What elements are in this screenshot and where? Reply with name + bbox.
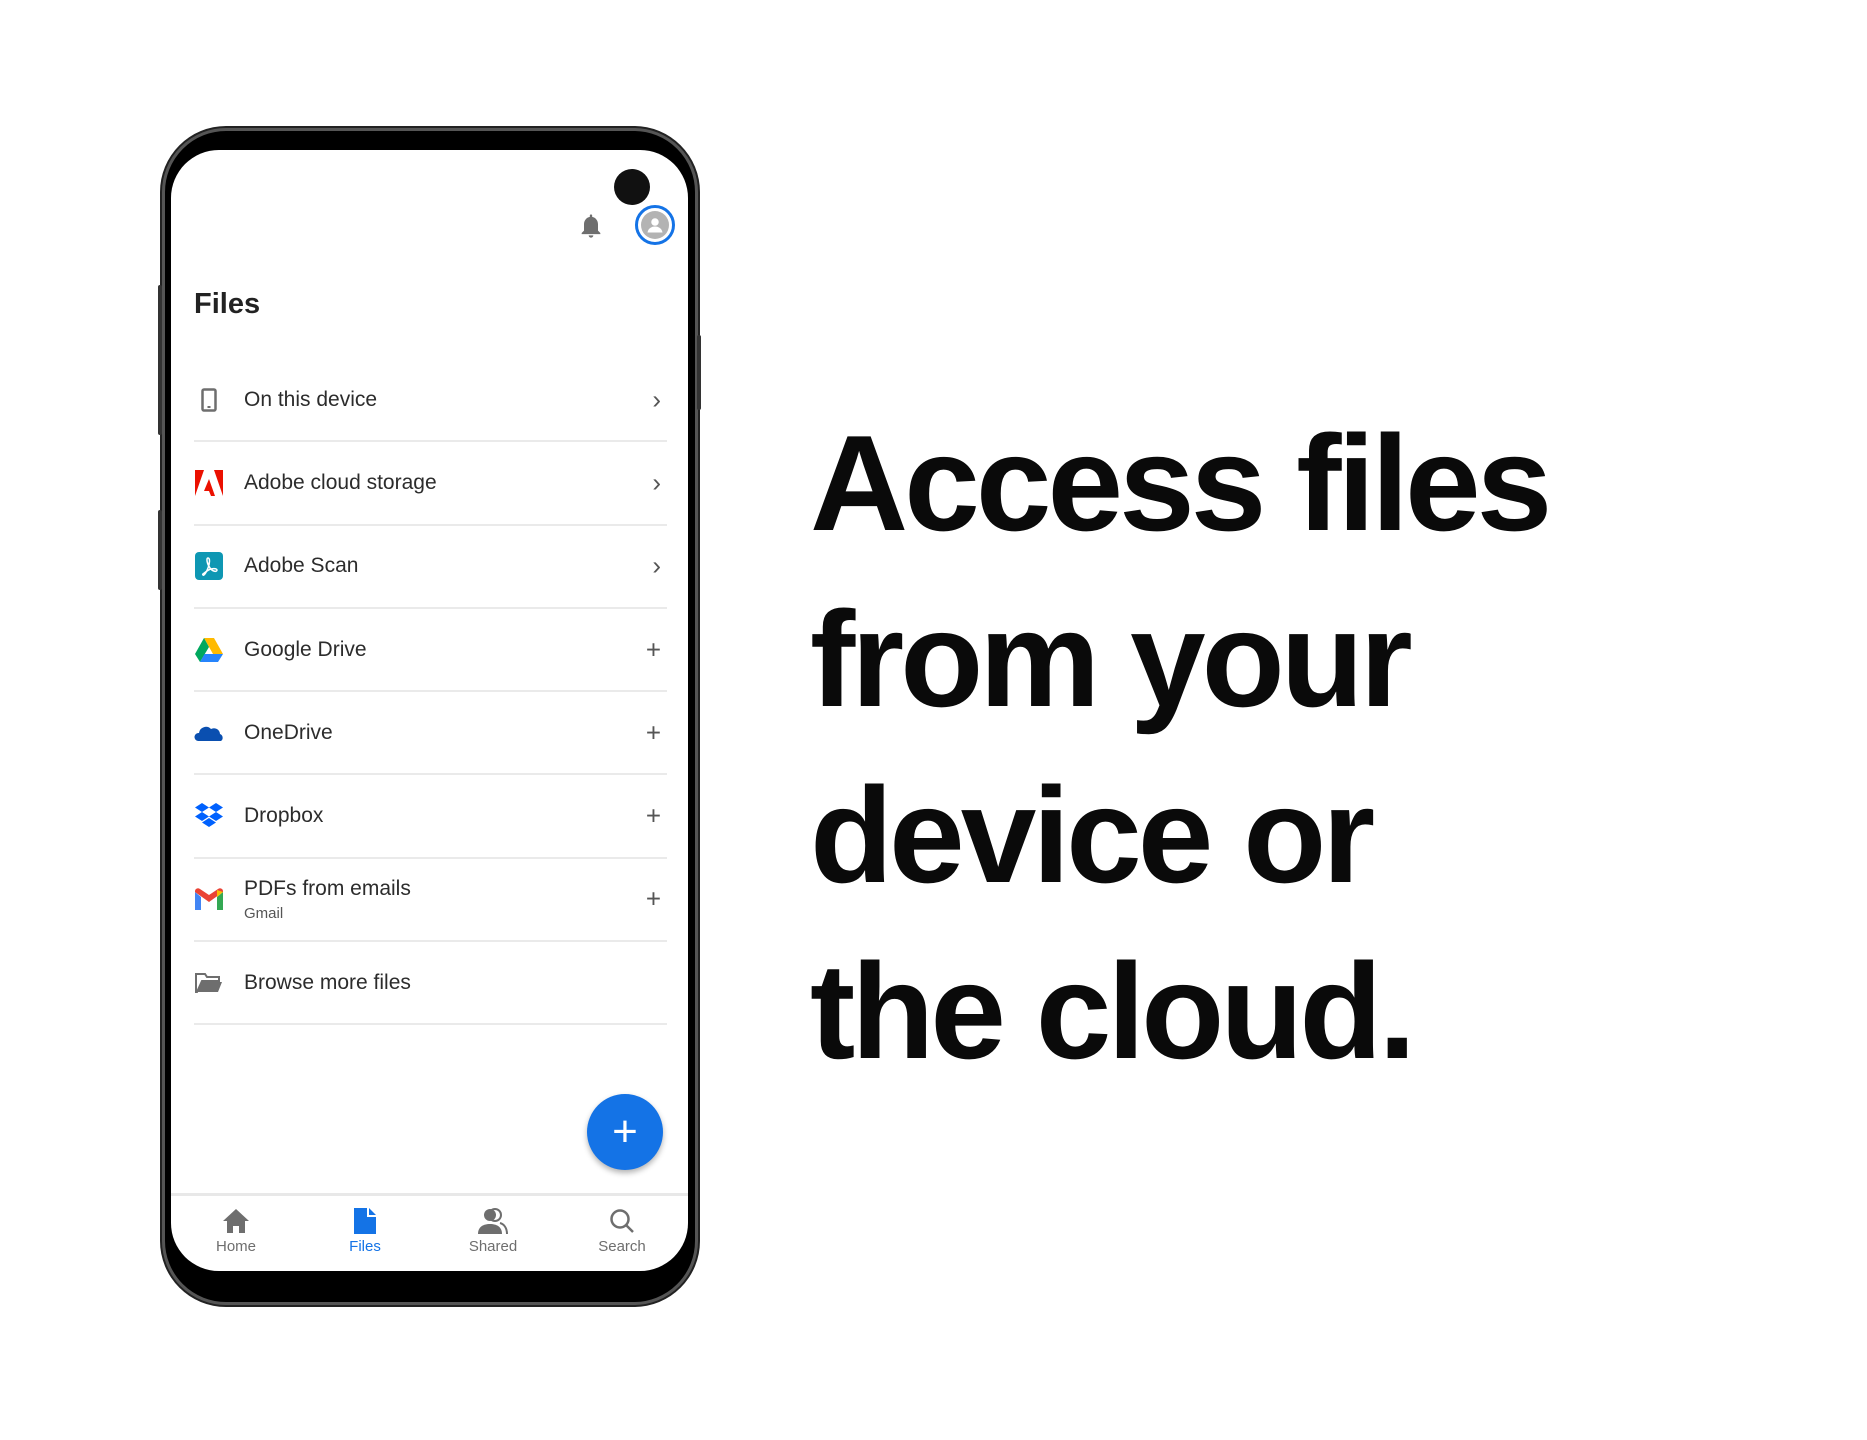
home-icon	[223, 1209, 249, 1233]
headline-line: Access files	[810, 407, 1552, 559]
headline-line: from your	[810, 583, 1413, 735]
list-item-adobe-cloud-storage[interactable]: Adobe cloud storage ›	[194, 442, 667, 526]
headline: Access files from your device or the clo…	[810, 395, 1552, 1099]
list-item-browse-more-files[interactable]: Browse more files	[194, 942, 667, 1026]
page-title: Files	[194, 288, 261, 320]
plus-icon[interactable]: +	[646, 884, 661, 915]
plus-icon[interactable]: +	[646, 634, 661, 665]
chevron-right-icon: ›	[652, 467, 661, 498]
add-fab-button[interactable]: +	[587, 1094, 663, 1170]
list-item-onedrive[interactable]: OneDrive +	[194, 692, 667, 776]
adobe-logo-icon	[194, 468, 224, 498]
adobe-scan-icon	[194, 551, 224, 581]
nav-search[interactable]: Search	[577, 1208, 667, 1255]
headline-line: the cloud.	[810, 935, 1416, 1087]
dropbox-icon	[194, 801, 224, 831]
chevron-right-icon: ›	[652, 384, 661, 415]
camera-cutout	[614, 169, 650, 205]
nav-files[interactable]: Files	[320, 1208, 410, 1255]
list-item-adobe-scan[interactable]: Adobe Scan ›	[194, 526, 667, 609]
storage-list: On this device › Adobe cloud storage › A…	[194, 359, 667, 1026]
list-item-on-this-device[interactable]: On this device ›	[194, 359, 667, 443]
nav-shared[interactable]: Shared	[448, 1208, 538, 1255]
shared-users-icon	[478, 1208, 508, 1234]
gmail-icon	[194, 884, 224, 914]
plus-icon[interactable]: +	[646, 801, 661, 832]
file-icon	[354, 1208, 376, 1234]
phone-icon	[194, 385, 224, 415]
headline-line: device or	[810, 759, 1375, 911]
list-item-google-drive[interactable]: Google Drive +	[194, 609, 667, 693]
avatar-icon	[647, 218, 663, 233]
bell-icon[interactable]	[577, 212, 605, 245]
onedrive-icon	[194, 718, 224, 748]
nav-home[interactable]: Home	[191, 1208, 281, 1255]
google-drive-icon	[194, 635, 224, 665]
phone-side-button	[158, 510, 162, 590]
phone-power-button	[697, 335, 701, 410]
folder-icon	[194, 968, 224, 998]
search-icon	[610, 1209, 634, 1233]
phone-screen: Files On this device › Adobe cloud stora…	[171, 150, 688, 1271]
list-item-sublabel: Gmail	[244, 904, 284, 922]
phone-side-button	[158, 285, 162, 435]
list-item-pdfs-from-emails[interactable]: PDFs from emails Gmail +	[194, 859, 667, 943]
bottom-nav: Home Files Shared Search	[171, 1193, 688, 1271]
avatar[interactable]	[635, 205, 675, 245]
plus-icon[interactable]: +	[646, 717, 661, 748]
list-item-dropbox[interactable]: Dropbox +	[194, 775, 667, 859]
chevron-right-icon: ›	[652, 550, 661, 581]
